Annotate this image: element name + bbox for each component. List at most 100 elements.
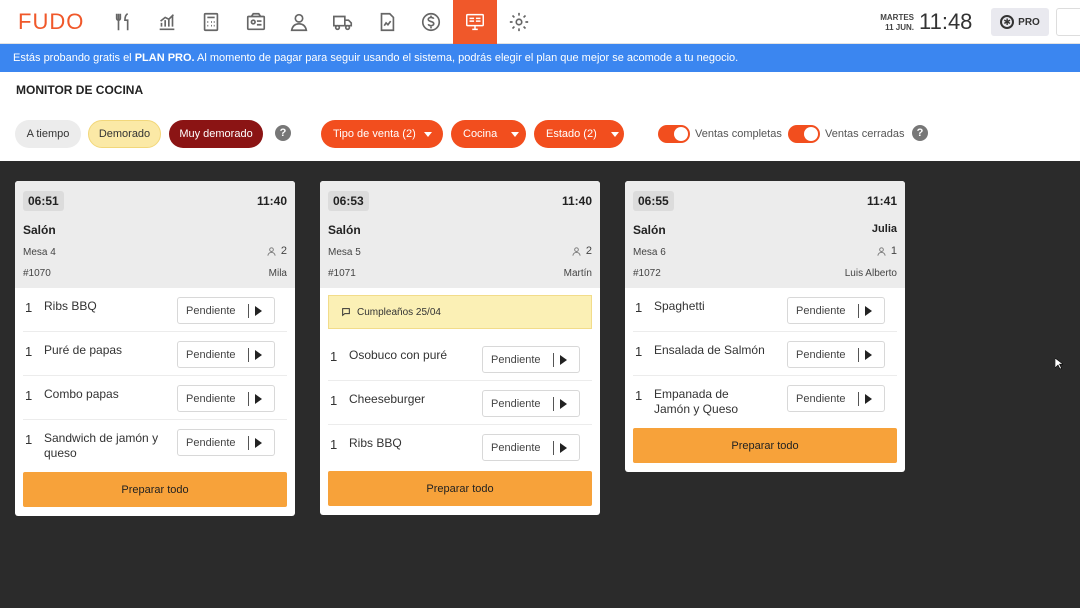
list-item: 1 Empanada de Jamón y Queso Pendiente [633, 376, 897, 428]
order-card-header: 06:53 11:40 Salón Mesa 5 2 #1071 Martín [320, 181, 600, 288]
list-item: 1 Spaghetti Pendiente [633, 288, 897, 332]
list-item: 1 Ribs BBQ Pendiente [328, 425, 592, 471]
item-name: Puré de papas [44, 343, 123, 357]
nav-payments[interactable] [409, 0, 453, 44]
list-item: 1 Combo papas Pendiente [23, 376, 287, 420]
play-icon [255, 349, 262, 360]
item-qty: 1 [635, 344, 643, 359]
item-status-button[interactable]: Pendiente [482, 390, 580, 417]
filter-chip-on-time[interactable]: A tiempo [15, 120, 81, 148]
item-name: Cheeseburger [349, 392, 426, 406]
nav-kitchen-monitor[interactable] [453, 0, 497, 44]
divider [248, 391, 249, 406]
nav-utensils[interactable] [102, 0, 146, 44]
toggle-knob [674, 127, 688, 141]
elapsed-time: 06:51 [23, 191, 64, 211]
item-name: Ribs BBQ [349, 436, 402, 450]
sale-type-label: Tipo de venta (2) [333, 128, 416, 140]
play-icon [865, 305, 872, 316]
play-icon [560, 398, 567, 409]
play-icon [560, 442, 567, 453]
weekday: MARTES [880, 13, 914, 22]
list-item: 1 Ribs BBQ Pendiente [23, 288, 287, 332]
item-qty: 1 [25, 432, 33, 447]
divider [248, 435, 249, 450]
status-dropdown[interactable]: Estado (2) [534, 120, 624, 148]
item-status-button[interactable]: Pendiente [177, 341, 275, 368]
item-status-button[interactable]: Pendiente [787, 297, 885, 324]
item-status-button[interactable]: Pendiente [787, 385, 885, 412]
prepare-all-button[interactable]: Preparar todo [23, 472, 287, 507]
item-status-button[interactable]: Pendiente [177, 429, 275, 456]
order-card: 06:53 11:40 Salón Mesa 5 2 #1071 Martín … [320, 181, 600, 515]
divider [858, 391, 859, 406]
kitchen-dropdown[interactable]: Cocina [451, 120, 526, 148]
item-status-button[interactable]: Pendiente [177, 385, 275, 412]
item-list: 1 Spaghetti Pendiente 1 Ensalada de Salm… [625, 288, 905, 428]
play-icon [865, 393, 872, 404]
elapsed-time: 06:53 [328, 191, 369, 211]
elapsed-time: 06:55 [633, 191, 674, 211]
item-list: Cumpleaños 25/04 1 Osobuco con puré Pend… [320, 295, 600, 471]
chevron-down-icon [423, 131, 432, 137]
trial-banner: Estás probando gratis el PLAN PRO. Al mo… [0, 44, 1080, 72]
filter-chip-very-delayed[interactable]: Muy demorado [169, 120, 263, 148]
order-time: 11:41 [866, 194, 897, 208]
help-icon[interactable]: ? [912, 125, 928, 141]
day-month: 11 JUN. [885, 23, 914, 32]
guest-count: 2 [571, 245, 592, 257]
nav-delivery[interactable] [321, 0, 365, 44]
order-number: #1070 [23, 268, 51, 279]
list-item: 1 Ensalada de Salmón Pendiente [633, 332, 897, 376]
app-logo[interactable]: FUDO [18, 9, 84, 35]
item-name: Combo papas [44, 387, 119, 401]
item-name: Spaghetti [654, 299, 705, 313]
plan-pro-button[interactable]: ✱ PRO [991, 8, 1049, 36]
item-name: Ensalada de Salmón [654, 343, 765, 357]
nav-documents[interactable] [365, 0, 409, 44]
utensils-icon [115, 13, 129, 31]
status-label: Pendiente [186, 436, 236, 449]
closed-sales-toggle[interactable] [788, 125, 820, 143]
monitor-header: MONITOR DE COCINA A tiempo Demorado Muy … [0, 72, 1080, 161]
comment-icon [342, 308, 350, 317]
banner-text-1: Estás probando gratis el [13, 52, 135, 64]
nav-customers[interactable] [277, 0, 321, 44]
user-menu-button[interactable] [1056, 8, 1080, 36]
nav-products[interactable] [234, 0, 278, 44]
completed-sales-toggle[interactable] [658, 125, 690, 143]
item-name: Empanada de Jamón y Queso [654, 387, 739, 416]
prepare-all-button[interactable]: Preparar todo [328, 471, 592, 506]
help-icon[interactable]: ? [275, 125, 291, 141]
guest-count: 2 [266, 245, 287, 257]
item-qty: 1 [25, 388, 33, 403]
chevron-down-icon [511, 131, 520, 137]
kitchen-label: Cocina [463, 128, 498, 140]
sector: Salón [633, 223, 666, 237]
guest-count-value: 2 [280, 245, 287, 257]
calculator-icon [203, 12, 219, 32]
item-status-button[interactable]: Pendiente [482, 346, 580, 373]
divider [553, 440, 554, 455]
table-number: Mesa 5 [328, 247, 361, 258]
sale-type-dropdown[interactable]: Tipo de venta (2) [321, 120, 443, 148]
toggle-knob [804, 127, 818, 141]
table-number: Mesa 4 [23, 247, 56, 258]
table-number: Mesa 6 [633, 247, 666, 258]
filter-chip-delayed[interactable]: Demorado [88, 120, 161, 148]
waiter-name: Martín [563, 268, 592, 279]
guest-count-value: 2 [585, 245, 592, 257]
item-status-button[interactable]: Pendiente [177, 297, 275, 324]
item-status-button[interactable]: Pendiente [787, 341, 885, 368]
customer-name: Julia [871, 223, 897, 235]
divider [553, 396, 554, 411]
play-icon [865, 349, 872, 360]
closed-sales-label: Ventas cerradas [825, 128, 905, 140]
nav-settings[interactable] [497, 0, 541, 44]
nav-cash[interactable] [189, 0, 233, 44]
nav-reports[interactable] [145, 0, 189, 44]
prepare-all-button[interactable]: Preparar todo [633, 428, 897, 463]
item-status-button[interactable]: Pendiente [482, 434, 580, 461]
order-card-header: 06:51 11:40 Salón Mesa 4 2 #1070 Mila [15, 181, 295, 288]
order-number: #1072 [633, 268, 661, 279]
